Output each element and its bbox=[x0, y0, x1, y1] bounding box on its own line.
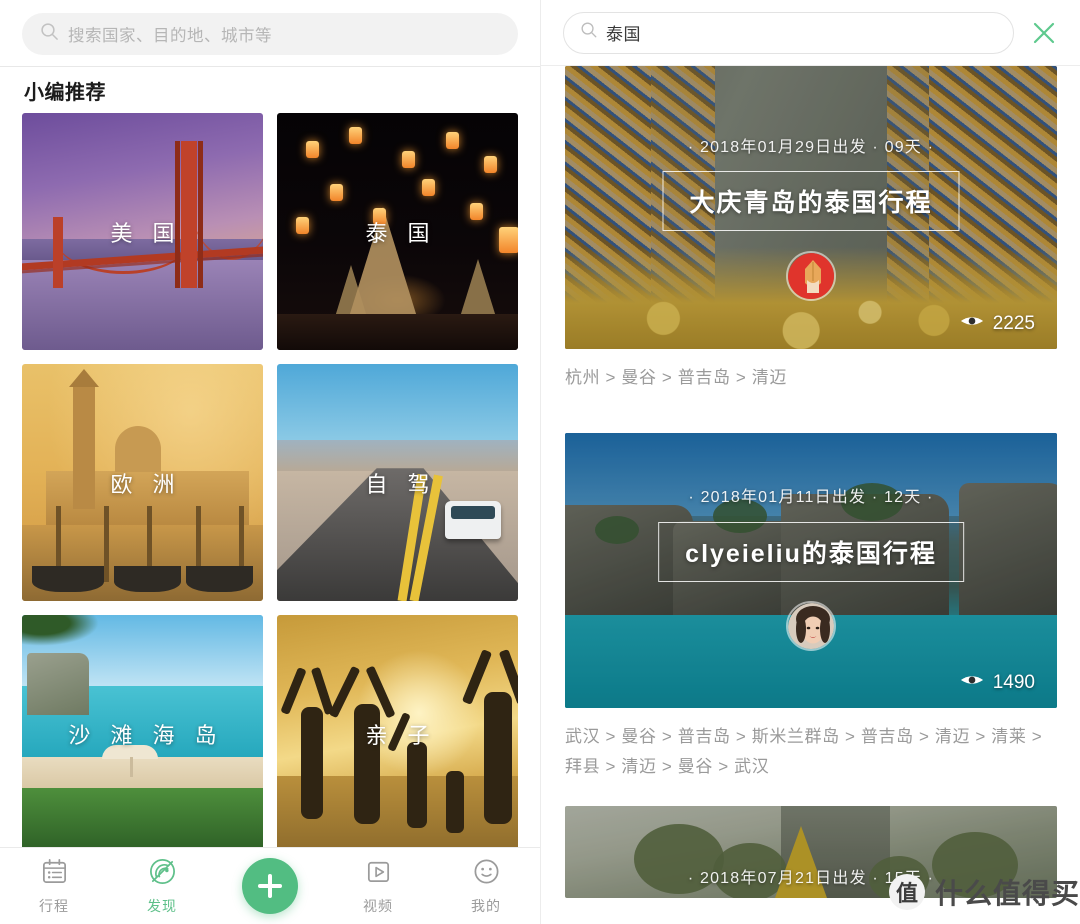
discover-panel: 搜索国家、目的地、城市等 小编推荐 美 国 泰 国 欧 洲 自 驾 沙 滩 海 … bbox=[0, 0, 540, 924]
trip-meta: · 2018年01月11日出发 · 12天 · bbox=[688, 489, 934, 506]
smzdm-badge-icon: 值 bbox=[888, 874, 925, 910]
tile-label: 自 驾 bbox=[365, 471, 437, 497]
search-placeholder-text: 搜索国家、目的地、城市等 bbox=[68, 27, 272, 45]
trip-route: 武汉 > 曼谷 > 普吉岛 > 斯米兰群岛 > 普吉岛 > 清迈 > 清莱 > … bbox=[565, 727, 1043, 776]
page-title: 小编推荐 bbox=[24, 82, 106, 104]
search-results-panel: 泰国 · 2018年01月29日出发 · 09天 · 大庆青岛的泰国行程 222… bbox=[540, 0, 1080, 924]
eye-icon bbox=[960, 672, 984, 694]
trip-card[interactable]: · 2018年01月11日出发 · 12天 · clyeieliu的泰国行程 1… bbox=[565, 433, 1057, 708]
view-count-text: 1490 bbox=[992, 672, 1035, 693]
tile-self-drive[interactable]: 自 驾 bbox=[277, 364, 518, 601]
search-query-input[interactable]: 泰国 bbox=[563, 11, 1014, 54]
nav-item-discover[interactable]: 发现 bbox=[119, 857, 205, 916]
eye-icon bbox=[960, 313, 984, 335]
tile-europe[interactable]: 欧 洲 bbox=[22, 364, 263, 601]
nav-label: 我的 bbox=[471, 897, 501, 914]
search-icon bbox=[40, 22, 59, 46]
radar-icon bbox=[148, 857, 177, 891]
nav-item-itinerary[interactable]: 行程 bbox=[11, 857, 97, 916]
calendar-icon bbox=[40, 857, 69, 891]
results-scroll-area[interactable]: · 2018年01月29日出发 · 09天 · 大庆青岛的泰国行程 2225 杭… bbox=[541, 66, 1080, 924]
avatar[interactable] bbox=[786, 601, 836, 651]
tile-label: 美 国 bbox=[110, 220, 182, 246]
tile-label: 泰 国 bbox=[365, 220, 437, 246]
tile-label: 亲 子 bbox=[365, 722, 437, 748]
search-icon bbox=[580, 21, 598, 44]
video-play-icon bbox=[364, 857, 393, 891]
nav-item-profile[interactable]: 我的 bbox=[443, 857, 529, 916]
tile-label: 沙 滩 海 岛 bbox=[68, 722, 224, 748]
smiley-face-icon bbox=[472, 857, 501, 891]
bottom-navigation: 行程 发现 视频 我的 bbox=[0, 847, 540, 924]
app-screen: 搜索国家、目的地、城市等 小编推荐 美 国 泰 国 欧 洲 自 驾 沙 滩 海 … bbox=[0, 0, 1080, 924]
trip-title: clyeieliu的泰国行程 bbox=[685, 540, 937, 568]
nav-label: 行程 bbox=[39, 897, 69, 914]
left-search-bar: 搜索国家、目的地、城市等 bbox=[0, 0, 540, 66]
right-search-bar: 泰国 bbox=[541, 0, 1080, 66]
avatar[interactable] bbox=[786, 251, 836, 301]
nav-label: 视频 bbox=[363, 897, 393, 914]
close-icon[interactable] bbox=[1024, 13, 1064, 53]
search-query-text: 泰国 bbox=[606, 25, 641, 44]
tile-thailand[interactable]: 泰 国 bbox=[277, 113, 518, 350]
plus-icon bbox=[258, 874, 282, 898]
trip-card[interactable]: · 2018年01月29日出发 · 09天 · 大庆青岛的泰国行程 2225 bbox=[565, 66, 1057, 349]
trip-meta: · 2018年01月29日出发 · 09天 · bbox=[687, 139, 935, 156]
trip-title: 大庆青岛的泰国行程 bbox=[689, 189, 933, 217]
view-count: 1490 bbox=[960, 672, 1035, 694]
trip-title-box: 大庆青岛的泰国行程 bbox=[662, 171, 960, 231]
view-count-text: 2225 bbox=[992, 313, 1035, 334]
tile-label: 欧 洲 bbox=[110, 471, 182, 497]
tile-usa[interactable]: 美 国 bbox=[22, 113, 263, 350]
watermark-text: 什么值得买 bbox=[934, 878, 1080, 909]
nav-item-video[interactable]: 视频 bbox=[335, 857, 421, 916]
tile-family[interactable]: 亲 子 bbox=[277, 615, 518, 852]
tile-beach-island[interactable]: 沙 滩 海 岛 bbox=[22, 615, 263, 852]
view-count: 2225 bbox=[960, 313, 1035, 335]
nav-item-create[interactable] bbox=[227, 858, 313, 914]
search-input[interactable]: 搜索国家、目的地、城市等 bbox=[22, 13, 518, 55]
site-watermark: 值 什么值得买 bbox=[888, 872, 1080, 912]
trip-route: 杭州 > 曼谷 > 普吉岛 > 清迈 bbox=[565, 368, 787, 387]
recommendation-grid: 美 国 泰 国 欧 洲 自 驾 沙 滩 海 岛 亲 子 bbox=[0, 113, 540, 852]
trip-title-box: clyeieliu的泰国行程 bbox=[658, 522, 964, 582]
nav-label: 发现 bbox=[147, 897, 177, 914]
add-button[interactable] bbox=[242, 858, 298, 914]
